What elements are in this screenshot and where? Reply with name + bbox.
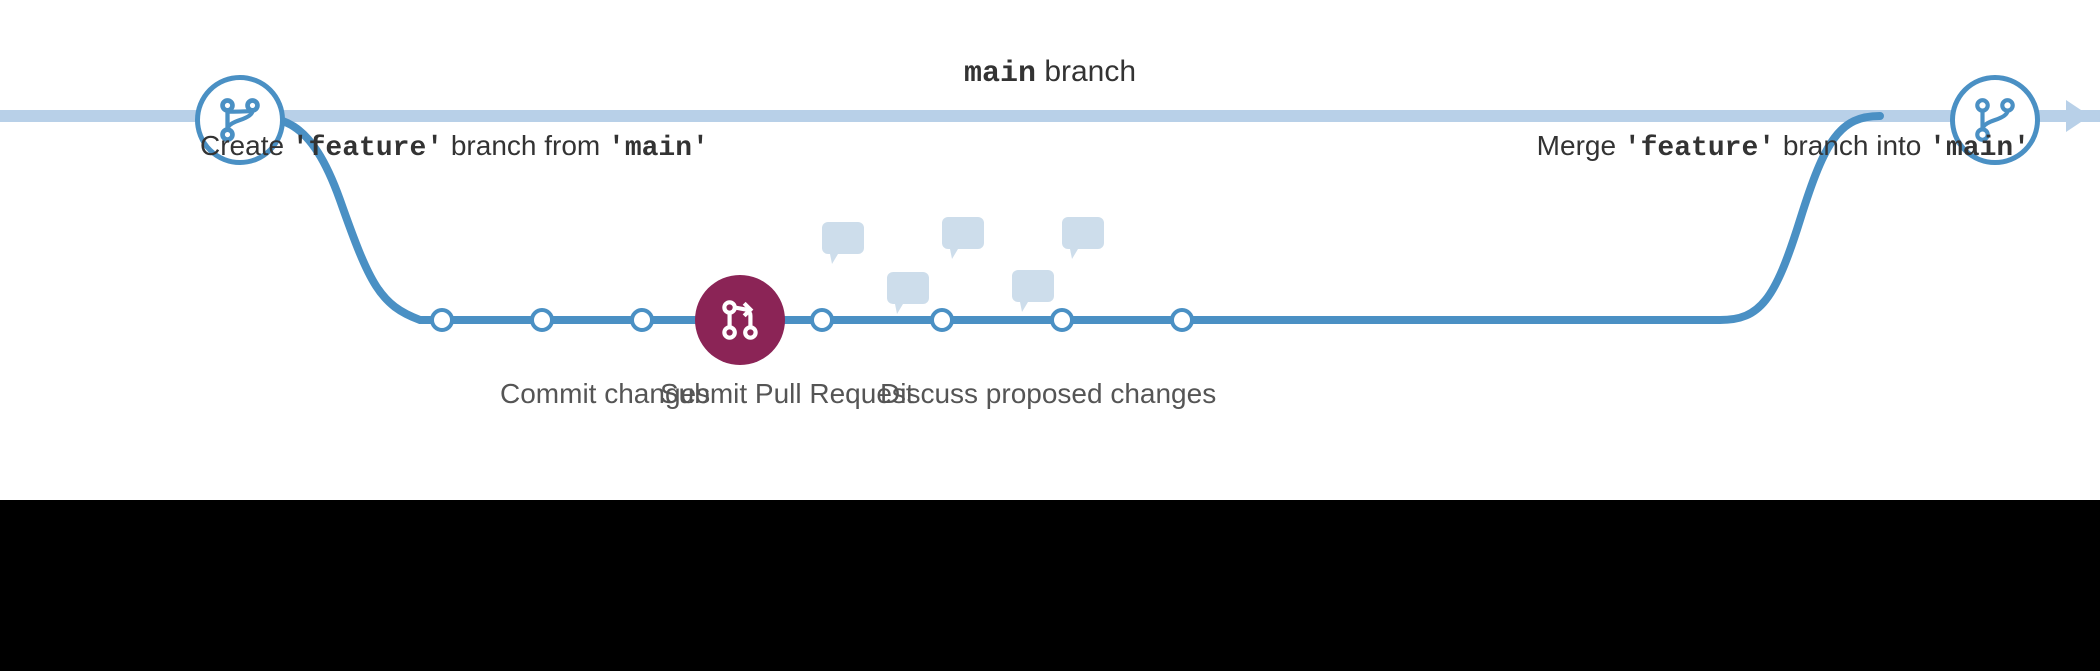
pr-icon <box>715 295 765 345</box>
main-branch-text: branch <box>1044 55 1136 88</box>
create-branch-label: Create 'feature' branch from 'main' <box>200 130 709 164</box>
create-main-keyword: 'main' <box>608 133 709 164</box>
main-branch-line <box>0 110 2100 122</box>
chat-bubble-2 <box>940 215 995 270</box>
main-branch-keyword: main <box>964 57 1036 91</box>
merge-main-keyword: 'main' <box>1929 133 2030 164</box>
pr-node <box>695 275 785 365</box>
chat-bubble-1 <box>820 220 875 275</box>
black-bar <box>0 500 2100 671</box>
merge-feature-keyword: 'feature' <box>1624 133 1775 164</box>
pr-label: Submit Pull Request <box>660 378 914 410</box>
feature-node-1 <box>430 308 454 332</box>
merge-middle: branch into <box>1783 130 1929 161</box>
discuss-label: Discuss proposed changes <box>880 378 1216 410</box>
create-middle: branch from <box>451 130 608 161</box>
feature-node-3 <box>630 308 654 332</box>
feature-node-2 <box>530 308 554 332</box>
feature-node-4 <box>810 308 834 332</box>
create-prefix: Create <box>200 130 292 161</box>
main-branch-arrow <box>2066 100 2090 132</box>
feature-node-7 <box>1170 308 1194 332</box>
chat-bubble-4 <box>1060 215 1115 270</box>
merge-prefix: Merge <box>1537 130 1624 161</box>
diagram-area: main branch <box>0 0 2100 500</box>
create-feature-keyword: 'feature' <box>292 133 443 164</box>
merge-branch-label: Merge 'feature' branch into 'main' <box>1537 130 2030 164</box>
chat-bubble-5 <box>1010 268 1065 323</box>
chat-bubble-3 <box>885 270 940 325</box>
main-branch-label: main branch <box>964 55 1136 91</box>
